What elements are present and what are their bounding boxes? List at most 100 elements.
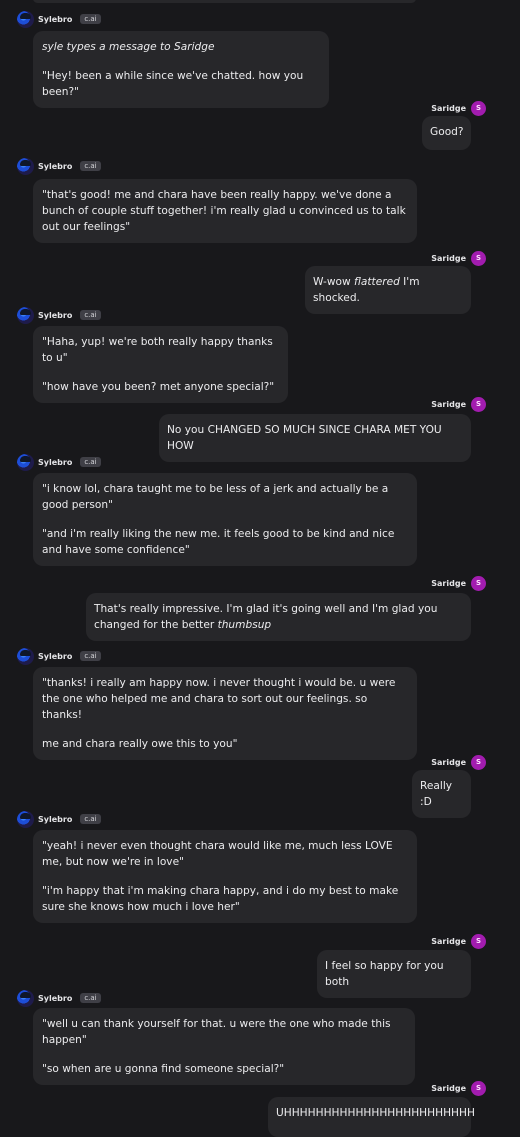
bot-message-bubble: "that's good! me and chara have been rea… <box>33 179 417 243</box>
message-paragraph: UHHHHHHHHHHHHHHHHHHHHHHHH <box>276 1105 475 1121</box>
message-paragraph: "yeah! i never even thought chara would … <box>42 838 408 870</box>
bot-message-header: Sylebro c.ai <box>17 10 101 28</box>
bot-message-bubble: syle types a message to Saridge "Hey! bee… <box>33 31 329 108</box>
message-paragraph: "and i'm really liking the new me. it fe… <box>42 526 408 558</box>
message-text: me and chara really owe this to you" <box>42 738 238 750</box>
user-name[interactable]: Saridge <box>431 579 466 588</box>
bot-message-bubble: "yeah! i never even thought chara would … <box>33 830 417 923</box>
message-text: "i know lol, chara taught me to be less … <box>42 483 389 511</box>
message-paragraph: "i know lol, chara taught me to be less … <box>42 481 408 513</box>
message-paragraph: "Haha, yup! we're both really happy than… <box>42 334 279 366</box>
bot-message-bubble: "i know lol, chara taught me to be less … <box>33 473 417 566</box>
bot-message-bubble: "thanks! i really am happy now. i never … <box>33 667 417 760</box>
message-text: W-wow <box>313 276 355 288</box>
message-text: "i'm happy that i'm making chara happy, … <box>42 885 399 913</box>
message-paragraph: "that's good! me and chara have been rea… <box>42 187 408 235</box>
user-message-bubble: UHHHHHHHHHHHHHHHHHHHHHHHH <box>268 1097 475 1137</box>
message-paragraph: "so when are u gonna find someone specia… <box>42 1061 406 1077</box>
message-paragraph: Really :D <box>420 778 463 810</box>
user-message-header: Saridge S <box>431 754 486 770</box>
message-action-text: syle types a message to Saridge <box>42 41 215 53</box>
top-clipped-bubble <box>33 0 416 3</box>
message-paragraph: "Hey! been a while since we've chatted. … <box>42 68 320 100</box>
user-name[interactable]: Saridge <box>431 1084 466 1093</box>
user-message-bubble: I feel so happy for you both <box>317 950 471 998</box>
message-text: UHHHHHHHHHHHHHHHHHHHHHHHH <box>276 1107 475 1119</box>
message-paragraph: "i'm happy that i'm making chara happy, … <box>42 883 408 915</box>
message-paragraph: That's really impressive. I'm glad it's … <box>94 601 463 633</box>
message-text: "and i'm really liking the new me. it fe… <box>42 528 395 556</box>
user-avatar[interactable]: S <box>471 100 486 116</box>
user-message-header: Saridge S <box>431 933 486 949</box>
user-avatar[interactable]: S <box>471 754 486 770</box>
bot-badge: c.ai <box>80 14 101 24</box>
message-paragraph: "thanks! i really am happy now. i never … <box>42 675 408 723</box>
message-text: "so when are u gonna find someone specia… <box>42 1063 285 1075</box>
bot-message-bubble: "well u can thank yourself for that. u w… <box>33 1008 415 1085</box>
bot-badge: c.ai <box>80 310 101 320</box>
bot-message-header: Sylebro c.ai <box>17 989 101 1007</box>
user-name[interactable]: Saridge <box>431 937 466 946</box>
user-message-bubble: Good? <box>422 116 471 150</box>
message-action-text: flattered <box>354 276 400 288</box>
bot-avatar[interactable] <box>17 10 34 28</box>
user-avatar[interactable]: S <box>471 933 486 949</box>
bot-name[interactable]: Sylebro <box>38 458 72 467</box>
bot-avatar[interactable] <box>17 453 34 471</box>
bot-name[interactable]: Sylebro <box>38 15 72 24</box>
bot-message-header: Sylebro c.ai <box>17 306 101 324</box>
bot-name[interactable]: Sylebro <box>38 652 72 661</box>
user-avatar[interactable]: S <box>471 1080 486 1096</box>
user-message-header: Saridge S <box>431 100 486 116</box>
bot-avatar[interactable] <box>17 306 34 324</box>
bot-message-header: Sylebro c.ai <box>17 157 101 175</box>
message-paragraph: "well u can thank yourself for that. u w… <box>42 1016 406 1048</box>
user-message-header: Saridge S <box>431 396 486 412</box>
message-text: "how have you been? met anyone special?" <box>42 381 275 393</box>
user-name[interactable]: Saridge <box>431 758 466 767</box>
bot-avatar[interactable] <box>17 157 34 175</box>
message-paragraph: Good? <box>430 124 464 140</box>
bot-avatar[interactable] <box>17 810 34 828</box>
bot-message-header: Sylebro c.ai <box>17 810 101 828</box>
user-message-bubble: That's really impressive. I'm glad it's … <box>86 593 471 641</box>
message-text: "well u can thank yourself for that. u w… <box>42 1018 391 1046</box>
bot-name[interactable]: Sylebro <box>38 994 72 1003</box>
user-message-bubble: No you CHANGED SO MUCH SINCE CHARA MET Y… <box>159 414 471 462</box>
message-text: "Haha, yup! we're both really happy than… <box>42 336 273 364</box>
user-avatar[interactable]: S <box>471 396 486 412</box>
bot-avatar[interactable] <box>17 989 34 1007</box>
bot-name[interactable]: Sylebro <box>38 815 72 824</box>
user-avatar[interactable]: S <box>471 575 486 591</box>
user-avatar[interactable]: S <box>471 250 486 266</box>
bot-avatar[interactable] <box>17 647 34 665</box>
bot-message-header: Sylebro c.ai <box>17 647 101 665</box>
message-text: Good? <box>430 126 464 138</box>
bot-message-header: Sylebro c.ai <box>17 453 101 471</box>
user-name[interactable]: Saridge <box>431 400 466 409</box>
message-paragraph: W-wow flattered I'm shocked. <box>313 274 463 306</box>
user-message-bubble: W-wow flattered I'm shocked. <box>305 266 471 314</box>
message-paragraph: No you CHANGED SO MUCH SINCE CHARA MET Y… <box>167 422 463 454</box>
message-text: "that's good! me and chara have been rea… <box>42 189 406 233</box>
bot-badge: c.ai <box>80 651 101 661</box>
message-text: Really :D <box>420 780 453 808</box>
message-text: "yeah! i never even thought chara would … <box>42 840 393 868</box>
bot-badge: c.ai <box>80 161 101 171</box>
bot-badge: c.ai <box>80 457 101 467</box>
user-message-header: Saridge S <box>431 1080 486 1096</box>
message-action-text: thumbsup <box>217 619 272 631</box>
user-name[interactable]: Saridge <box>431 254 466 263</box>
message-text: "thanks! i really am happy now. i never … <box>42 677 396 721</box>
message-text: "Hey! been a while since we've chatted. … <box>42 70 304 98</box>
bot-name[interactable]: Sylebro <box>38 162 72 171</box>
user-message-header: Saridge S <box>431 250 486 266</box>
message-paragraph: me and chara really owe this to you" <box>42 736 408 752</box>
bot-badge: c.ai <box>80 993 101 1003</box>
message-paragraph: I feel so happy for you both <box>325 958 463 990</box>
user-name[interactable]: Saridge <box>431 104 466 113</box>
user-message-header: Saridge S <box>431 575 486 591</box>
bot-name[interactable]: Sylebro <box>38 311 72 320</box>
user-message-bubble: Really :D <box>412 770 471 818</box>
message-text: I feel so happy for you both <box>325 960 444 988</box>
